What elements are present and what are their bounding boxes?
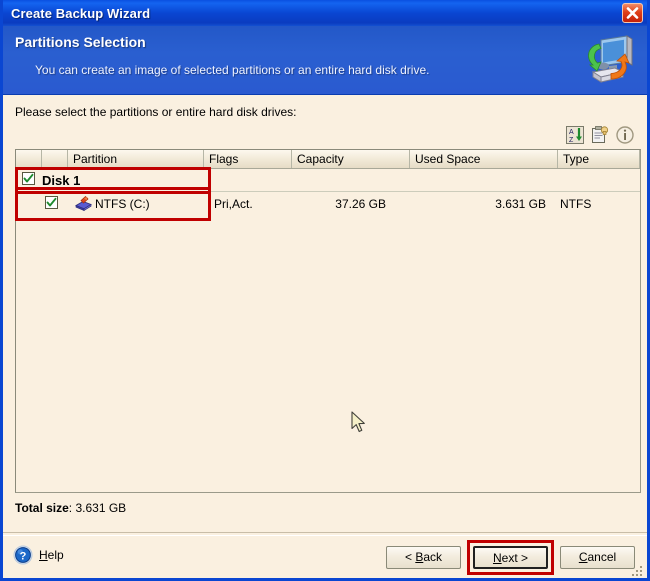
title-bar[interactable]: Create Backup Wizard: [3, 0, 647, 26]
help-icon: ?: [13, 545, 33, 565]
cancel-button-wrap: Cancel: [560, 546, 635, 569]
column-header-used-space[interactable]: Used Space: [410, 150, 558, 168]
instruction-label: Please select the partitions or entire h…: [15, 105, 297, 119]
back-button-wrap: < Back: [386, 546, 461, 569]
create-backup-wizard-window: Create Backup Wizard Partitions Selectio…: [0, 0, 650, 581]
column-header-capacity[interactable]: Capacity: [292, 150, 410, 168]
close-button[interactable]: [622, 3, 643, 23]
column-header-type[interactable]: Type: [558, 150, 640, 168]
column-header-partition[interactable]: Partition: [68, 150, 204, 168]
partition-name-label: NTFS (C:): [95, 196, 150, 211]
svg-text:Z: Z: [569, 137, 574, 144]
total-size-value: 3.631 GB: [75, 501, 127, 515]
partition-used-space-cell: 3.631 GB: [495, 196, 546, 211]
properties-icon[interactable]: [590, 125, 610, 145]
footer-buttons: < Back Next > Cancel: [386, 540, 635, 575]
svg-text:?: ?: [20, 550, 27, 562]
checkmark-icon: [23, 173, 34, 183]
listview-header: Partition Flags Capacity Used Space Type: [16, 150, 640, 169]
back-button[interactable]: < Back: [386, 546, 461, 569]
next-button-highlight: Next >: [467, 540, 554, 575]
next-button[interactable]: Next >: [473, 546, 548, 569]
checkmark-icon: [46, 197, 57, 206]
cancel-button[interactable]: Cancel: [560, 546, 635, 569]
partition-drive-icon: [75, 196, 92, 211]
partition-capacity-cell: 37.26 GB: [335, 196, 386, 211]
resize-grip[interactable]: [631, 563, 644, 576]
window-title: Create Backup Wizard: [11, 5, 151, 21]
partition-checkbox[interactable]: [45, 195, 58, 209]
wizard-header: Partitions Selection You can create an i…: [3, 26, 647, 95]
wizard-footer: ? Help < Back Next > Cancel: [3, 536, 647, 578]
table-row[interactable]: Disk 1: [16, 169, 640, 192]
partition-name-cell: NTFS (C:): [68, 196, 204, 211]
column-header-checkbox[interactable]: [16, 150, 42, 168]
help-label: Help: [39, 548, 64, 562]
disk-checkbox[interactable]: [22, 172, 35, 185]
total-size-line: Total size: 3.631 GB: [15, 501, 641, 515]
list-toolbar: A Z: [565, 125, 635, 145]
disk-checkbox-cell[interactable]: [16, 172, 42, 188]
page-subtitle: You can create an image of selected part…: [35, 63, 430, 77]
partition-flags-cell: Pri,Act.: [214, 196, 253, 211]
partition-checkbox-cell[interactable]: [42, 195, 68, 212]
backup-wizard-icon: [588, 35, 633, 83]
listview-rows: Disk 1 NTFS (C:) Pri,Act. 37.26 GB 3.631…: [16, 169, 640, 215]
wizard-body: Please select the partitions or entire h…: [3, 95, 647, 578]
help-button[interactable]: ? Help: [13, 545, 64, 565]
page-title: Partitions Selection: [15, 34, 146, 50]
column-header-icon[interactable]: [42, 150, 68, 168]
partition-type-cell: NTFS: [560, 196, 592, 211]
close-icon: [626, 7, 639, 19]
total-size-label: Total size: [15, 501, 69, 515]
partitions-listview[interactable]: Partition Flags Capacity Used Space Type: [15, 149, 641, 493]
disk-name-cell: Disk 1: [42, 172, 81, 188]
sort-icon[interactable]: A Z: [565, 125, 585, 145]
table-row[interactable]: NTFS (C:) Pri,Act. 37.26 GB 3.631 GB NTF…: [16, 192, 640, 215]
column-header-flags[interactable]: Flags: [204, 150, 292, 168]
svg-text:A: A: [569, 129, 574, 136]
info-icon[interactable]: [615, 125, 635, 145]
